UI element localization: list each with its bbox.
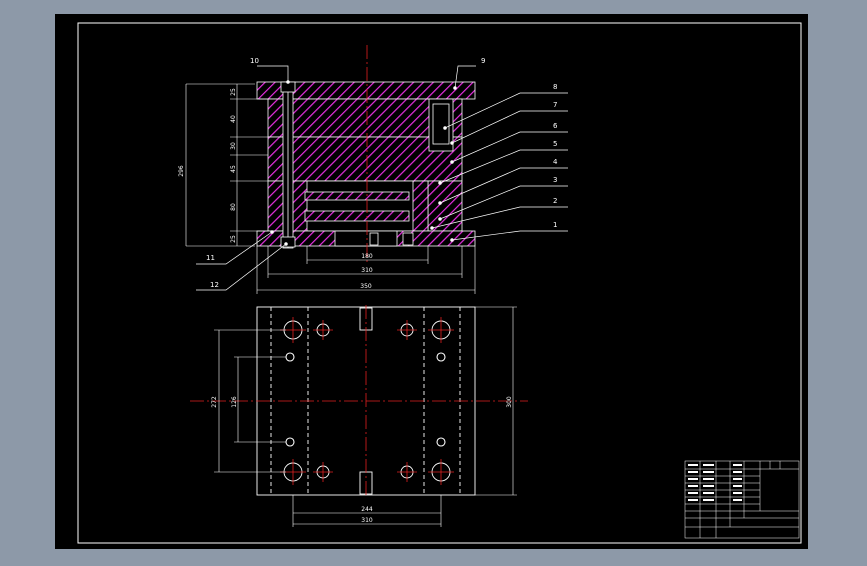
balloon-label: 2	[553, 197, 557, 205]
balloon-label: 6	[553, 122, 558, 130]
dim-overall-height: 296	[178, 165, 185, 177]
title-mark	[733, 499, 742, 501]
dim-bottom-w3: 350	[360, 283, 372, 290]
drawing-canvas: 10 9876543211112 296 25 40 30 45 80 25 18…	[55, 14, 808, 549]
leader-dot	[438, 181, 442, 185]
title-mark	[703, 464, 714, 466]
section-view	[256, 81, 476, 249]
balloon-label: 4	[553, 158, 558, 166]
balloon-label: 1	[553, 221, 557, 229]
title-mark	[688, 485, 698, 487]
leader-dot	[438, 201, 442, 205]
title-mark	[703, 471, 714, 473]
title-mark	[688, 492, 698, 494]
balloon-label: 3	[553, 176, 557, 184]
ejector-space	[306, 180, 429, 232]
leader-dot	[443, 126, 447, 130]
title-mark	[703, 492, 714, 494]
balloon-label: 9	[481, 57, 485, 65]
spacer-block	[412, 180, 429, 232]
dim-plan-w2: 310	[361, 517, 373, 524]
title-mark	[688, 464, 698, 466]
leader-dot	[430, 226, 434, 230]
title-mark	[688, 499, 698, 501]
dim-left-inner: 126	[231, 396, 238, 408]
dim-plate-4: 45	[230, 165, 237, 173]
leader-dot	[270, 230, 274, 234]
dim-right-h: 300	[506, 396, 513, 408]
title-mark	[733, 471, 742, 473]
balloon-label: 12	[210, 281, 219, 289]
dim-bottom-w2: 310	[361, 267, 373, 274]
leader-dot	[450, 141, 454, 145]
leader-dot	[286, 80, 290, 84]
ejector-retainer	[304, 191, 410, 201]
dim-bottom-w1: 180	[361, 253, 373, 260]
title-mark	[688, 478, 698, 480]
title-mark	[703, 478, 714, 480]
leader-dot	[450, 238, 454, 242]
title-mark	[733, 492, 742, 494]
balloon-label: 7	[553, 101, 557, 109]
title-mark	[703, 499, 714, 501]
balloon-label: 8	[553, 83, 557, 91]
leader-dot	[450, 160, 454, 164]
dim-plate-top: 25	[230, 88, 237, 96]
dim-plan-w1: 244	[361, 506, 373, 513]
title-mark	[688, 471, 698, 473]
leader-dot	[438, 217, 442, 221]
leader-dot	[284, 242, 288, 246]
dim-plate-2: 40	[230, 115, 237, 123]
dim-left-outer: 272	[211, 396, 218, 408]
title-mark	[733, 464, 742, 466]
dim-plate-5: 80	[230, 203, 237, 211]
balloon-label: 11	[206, 254, 215, 262]
dim-plate-6: 25	[230, 235, 237, 243]
balloon-label: 10	[250, 57, 259, 65]
ejector-hole	[334, 230, 398, 247]
ejector-plate	[304, 210, 410, 222]
title-mark	[703, 485, 714, 487]
title-mark	[733, 485, 742, 487]
cad-viewport[interactable]: 10 9 8 7 6 5 4 3 2 1 11 12 296 25 40 30 45 80 25 18…	[0, 0, 867, 562]
dim-plate-3: 30	[230, 142, 237, 150]
title-mark	[733, 478, 742, 480]
balloon-label: 5	[553, 140, 557, 148]
leader-dot	[453, 86, 457, 90]
